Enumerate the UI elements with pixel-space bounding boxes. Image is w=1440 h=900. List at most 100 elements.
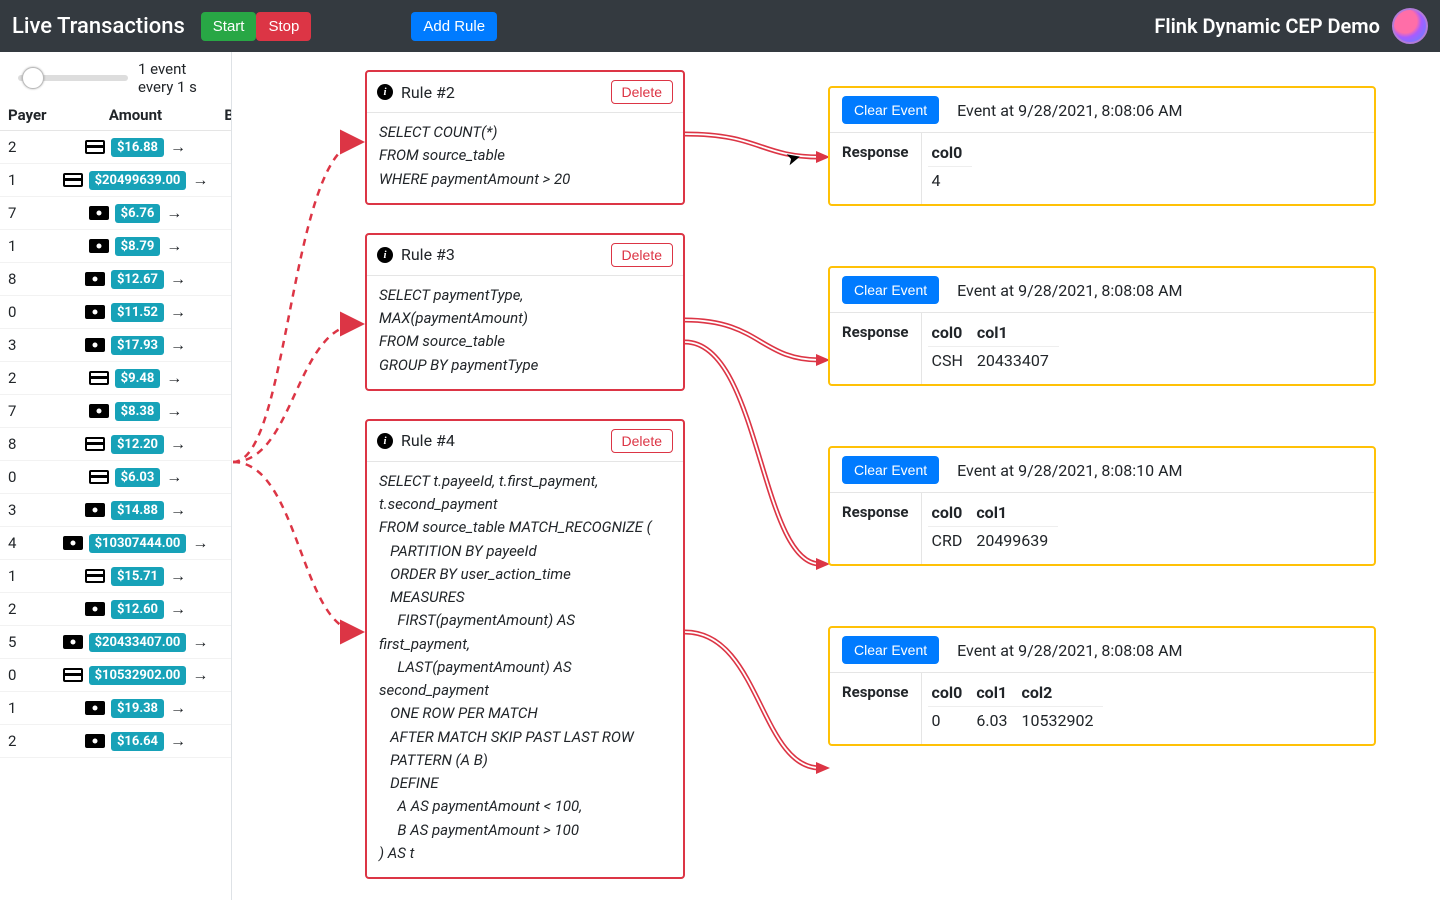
beneficiary-cell: 8 — [216, 461, 232, 494]
clear-event-button[interactable]: Clear Event — [842, 96, 939, 124]
beneficiary-cell: 3 — [216, 527, 232, 560]
beneficiary-cell: 0 — [216, 197, 232, 230]
payer-cell: 5 — [0, 626, 55, 659]
response-table: col04 — [928, 139, 973, 194]
delete-rule-button[interactable]: Delete — [611, 429, 673, 453]
info-icon[interactable]: i — [377, 84, 393, 100]
clear-event-button[interactable]: Clear Event — [842, 276, 939, 304]
amount-badge: $10532902.00 — [89, 666, 187, 685]
event-rate-label: 1 event every 1 s — [138, 60, 197, 96]
arrow-right-icon: → — [170, 335, 186, 355]
add-rule-button[interactable]: Add Rule — [411, 12, 497, 41]
start-button[interactable]: Start — [201, 12, 257, 41]
clear-event-button[interactable]: Clear Event — [842, 456, 939, 484]
amount-badge: $19.38 — [111, 699, 164, 718]
amount-badge: $12.20 — [111, 435, 164, 454]
arrow-right-icon: → — [166, 368, 182, 388]
payer-cell: 2 — [0, 725, 55, 758]
beneficiary-cell: 9 — [216, 428, 232, 461]
arrow-right-icon: → — [192, 533, 208, 553]
payer-cell: 7 — [0, 395, 55, 428]
table-row: 8$12.67→0 — [0, 263, 232, 296]
beneficiary-cell: 5 — [216, 395, 232, 428]
table-row: 3$14.88→1 — [0, 494, 232, 527]
cash-icon — [85, 272, 105, 286]
beneficiary-cell: 1 — [216, 494, 232, 527]
credit-card-icon — [89, 470, 109, 484]
table-row: 5$20433407.00→4 — [0, 626, 232, 659]
payer-cell: 4 — [0, 527, 55, 560]
table-row: 1$19.38→0 — [0, 692, 232, 725]
response-table: col0col1col206.0310532902 — [928, 679, 1104, 734]
cash-icon — [85, 503, 105, 517]
table-row: 2$16.88→8 — [0, 131, 232, 164]
amount-badge: $15.71 — [111, 567, 164, 586]
cash-icon — [89, 404, 109, 418]
table-row: 0$6.03→8 — [0, 461, 232, 494]
response-table: col0col1CSH20433407 — [928, 319, 1059, 374]
app-brand: Flink Dynamic CEP Demo — [1154, 14, 1380, 38]
arrow-right-icon: → — [166, 203, 182, 223]
payer-cell: 1 — [0, 692, 55, 725]
cash-icon — [85, 734, 105, 748]
transactions-sidebar: 1 event every 1 s Payer Amount Beneficia… — [0, 52, 232, 900]
mouse-cursor-icon: ➤ — [784, 146, 804, 170]
payer-cell: 2 — [0, 131, 55, 164]
amount-badge: $20433407.00 — [89, 633, 187, 652]
beneficiary-cell: 8 — [216, 131, 232, 164]
beneficiary-cell: 5 — [216, 362, 232, 395]
delete-rule-button[interactable]: Delete — [611, 80, 673, 104]
amount-badge: $12.60 — [111, 600, 164, 619]
credit-card-icon — [85, 569, 105, 583]
arrow-right-icon: → — [170, 137, 186, 157]
rule-sql: SELECT t.payeeId, t.first_payment, t.sec… — [367, 462, 683, 877]
beneficiary-cell: 8 — [216, 725, 232, 758]
cash-icon — [63, 635, 83, 649]
event-rate-slider[interactable] — [18, 75, 128, 81]
cash-icon — [89, 239, 109, 253]
credit-card-icon — [89, 371, 109, 385]
arrow-right-icon: → — [170, 566, 186, 586]
table-row: 7$6.76→0 — [0, 197, 232, 230]
arrow-right-icon: → — [170, 731, 186, 751]
payer-cell: 7 — [0, 197, 55, 230]
payer-cell: 8 — [0, 428, 55, 461]
response-label: Response — [830, 133, 922, 204]
arrow-right-icon: → — [170, 269, 186, 289]
stop-button[interactable]: Stop — [256, 12, 311, 41]
beneficiary-cell: 5 — [216, 230, 232, 263]
event-timestamp: Event at 9/28/2021, 8:08:06 AM — [957, 101, 1182, 120]
table-row: 0$10532902.00→5 — [0, 659, 232, 692]
table-row: 3$17.93→9 — [0, 329, 232, 362]
amount-badge: $14.88 — [111, 501, 164, 520]
amount-badge: $8.79 — [115, 237, 161, 256]
payer-cell: 8 — [0, 263, 55, 296]
app-header: Live Transactions Start Stop Add Rule Fl… — [0, 0, 1440, 52]
credit-card-icon — [63, 668, 83, 682]
payer-cell: 1 — [0, 560, 55, 593]
col-amount: Amount — [55, 100, 217, 131]
amount-badge: $6.03 — [115, 468, 161, 487]
beneficiary-cell: 0 — [216, 692, 232, 725]
rule-sql: SELECT paymentType, MAX(paymentAmount) F… — [367, 276, 683, 389]
arrow-right-icon: → — [170, 302, 186, 322]
beneficiary-cell: 0 — [216, 263, 232, 296]
info-icon[interactable]: i — [377, 247, 393, 263]
table-row: 4$10307444.00→3 — [0, 527, 232, 560]
rule-title: Rule #3 — [401, 245, 603, 264]
payer-cell: 2 — [0, 362, 55, 395]
arrow-right-icon: → — [166, 401, 182, 421]
clear-event-button[interactable]: Clear Event — [842, 636, 939, 664]
arrow-right-icon: → — [170, 599, 186, 619]
cash-icon — [85, 338, 105, 352]
table-row: 1$8.79→5 — [0, 230, 232, 263]
rule-card: iRule #2DeleteSELECT COUNT(*) FROM sourc… — [365, 70, 685, 205]
credit-card-icon — [85, 437, 105, 451]
flink-logo-icon — [1392, 8, 1428, 44]
cash-icon — [85, 602, 105, 616]
amount-badge: $16.64 — [111, 732, 164, 751]
info-icon[interactable]: i — [377, 433, 393, 449]
response-label: Response — [830, 493, 922, 564]
response-label: Response — [830, 673, 922, 744]
delete-rule-button[interactable]: Delete — [611, 243, 673, 267]
